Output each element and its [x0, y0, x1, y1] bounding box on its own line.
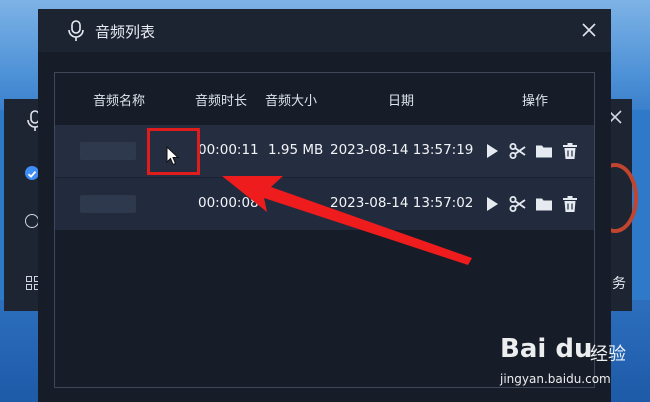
check-icon[interactable] [25, 166, 39, 180]
row-actions [483, 141, 579, 161]
column-header-name: 音频名称 [93, 94, 146, 109]
radio-button[interactable] [25, 214, 39, 228]
baidu-watermark: Bai du 经验 jingyan.baidu.com [498, 334, 650, 394]
microphone-icon [68, 20, 84, 41]
watermark-logo: Bai du [500, 334, 593, 364]
trash-icon[interactable] [561, 195, 579, 213]
scissors-icon[interactable] [509, 195, 527, 213]
dialog-title: 音频列表 [95, 23, 156, 41]
column-header-date: 日期 [388, 94, 415, 109]
folder-icon[interactable] [535, 195, 553, 213]
play-icon[interactable] [483, 142, 501, 160]
watermark-logo-cn: 经验 [590, 344, 626, 365]
scissors-icon[interactable] [509, 142, 527, 160]
audio-duration: 00:00:11 [198, 142, 259, 158]
audio-size: 1.95 MB [268, 142, 324, 158]
folder-icon[interactable] [535, 142, 553, 160]
audio-duration: 00:00:08 [198, 195, 259, 211]
row-actions [483, 194, 579, 214]
table-row[interactable]: 00:00:08 2023-08-14 13:57:02 [55, 177, 594, 230]
column-header-actions: 操作 [522, 94, 549, 109]
table-header: 音频名称 音频时长 音频大小 日期 操作 [55, 73, 594, 125]
audio-name [80, 142, 136, 160]
table-row[interactable]: 00:00:11 1.95 MB 2023-08-14 13:57:19 [55, 125, 594, 177]
trash-icon[interactable] [561, 142, 579, 160]
column-header-size: 音频大小 [265, 94, 318, 109]
dialog-titlebar: 音频列表 [38, 9, 611, 52]
column-header-duration: 音频时长 [195, 94, 248, 109]
watermark-url: jingyan.baidu.com [500, 372, 611, 386]
highlight-box [147, 128, 200, 175]
audio-date: 2023-08-14 13:57:02 [330, 195, 474, 211]
audio-name [80, 195, 136, 213]
task-label: 务 [612, 276, 626, 292]
audio-date: 2023-08-14 13:57:19 [330, 142, 474, 158]
close-icon[interactable] [581, 22, 597, 38]
play-icon[interactable] [483, 195, 501, 213]
